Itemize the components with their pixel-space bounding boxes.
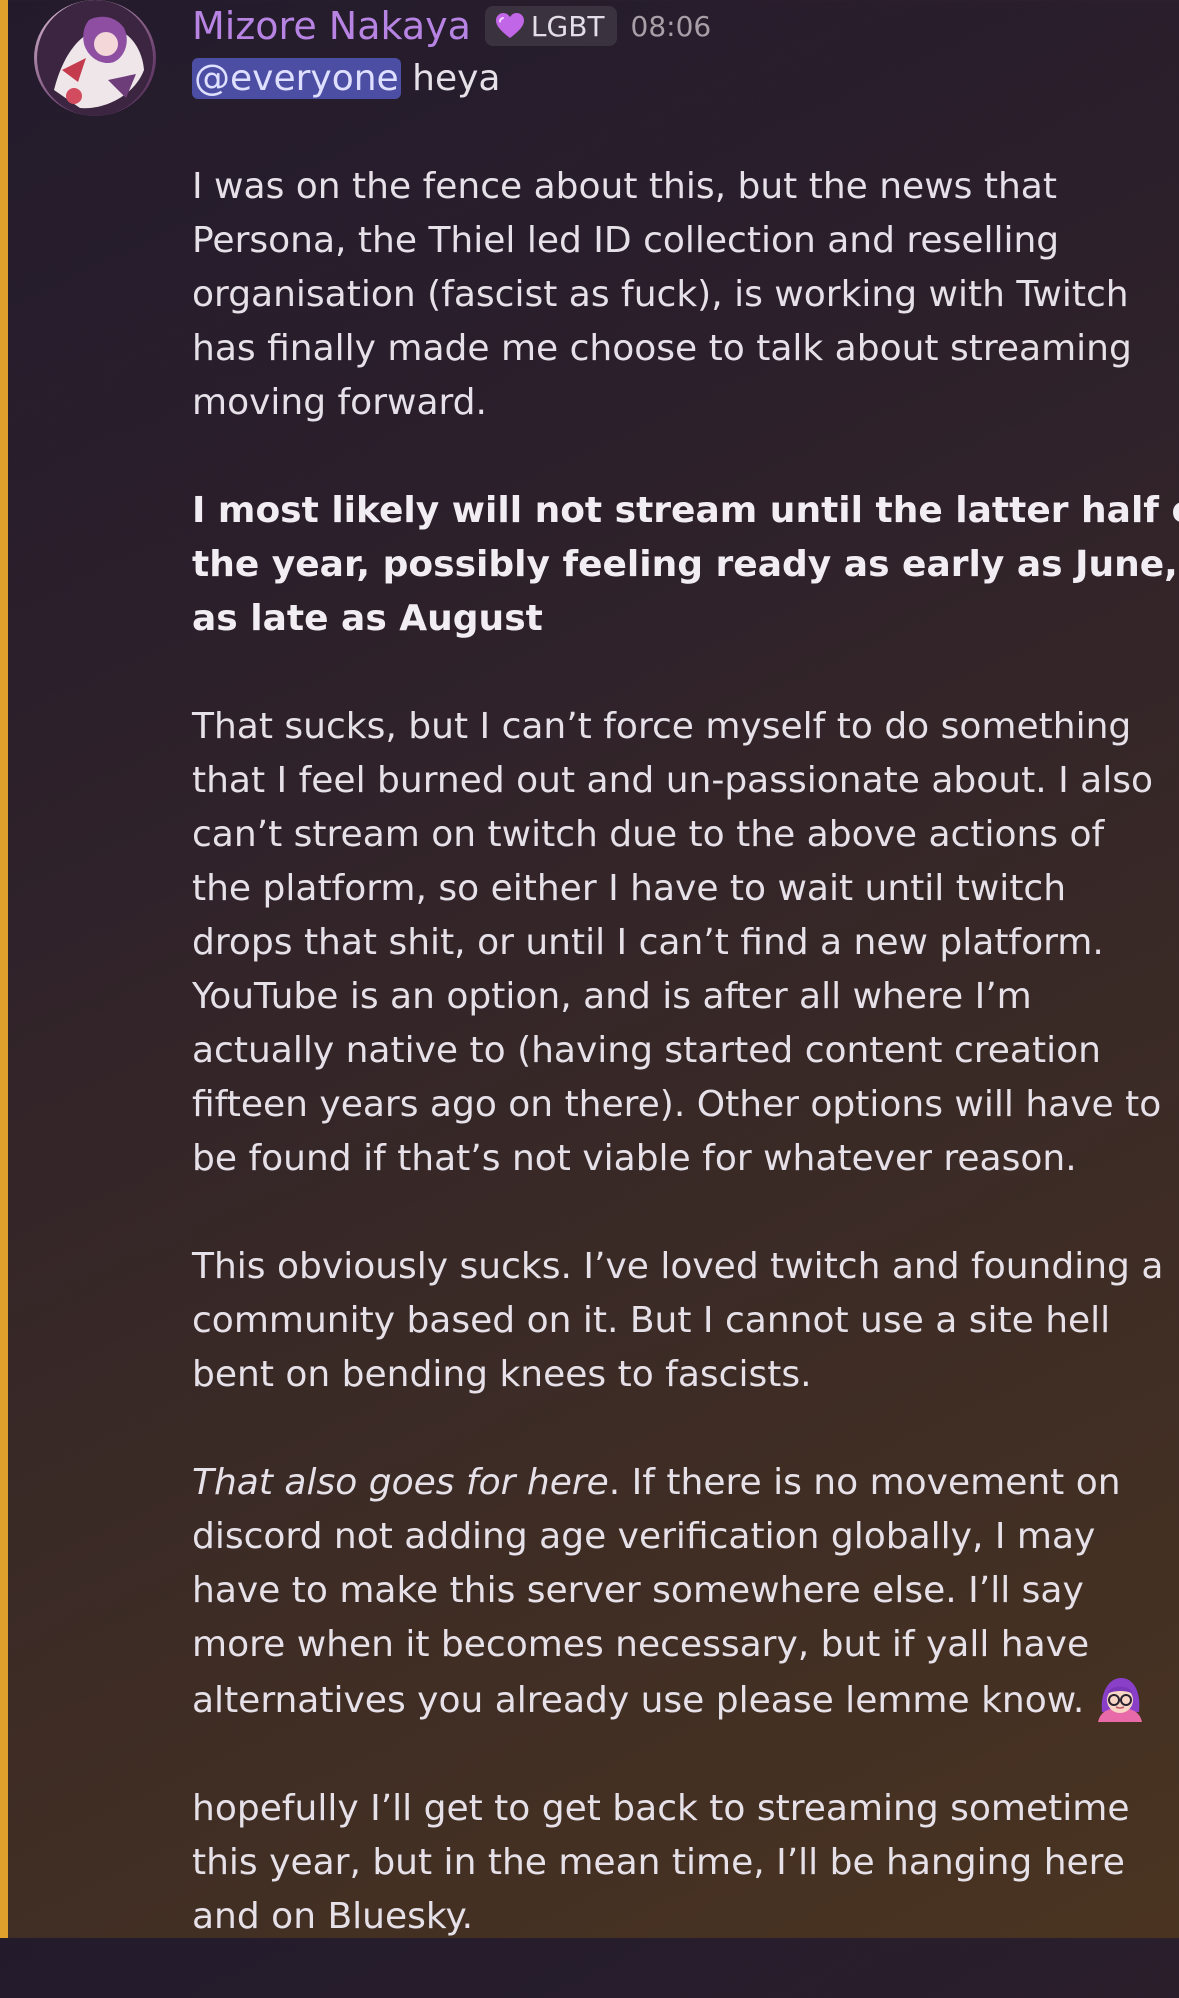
- paragraph-line-text: alternatives you already use please lemm…: [192, 1680, 1085, 1721]
- message-header: Mizore Nakaya LGBT 08:06: [192, 0, 711, 52]
- avatar-image: [37, 0, 153, 116]
- everyone-mention[interactable]: @everyone: [192, 58, 401, 99]
- paragraph-line: can’t stream on twitch due to the above …: [192, 814, 1105, 855]
- intro-text: heya: [400, 58, 501, 99]
- intro-line: @everyone heya: [192, 52, 1142, 106]
- paragraph-5: That also goes for here. If there is no …: [192, 1456, 1143, 1728]
- custom-emoji[interactable]: [1094, 1672, 1146, 1724]
- role-badge-label: LGBT: [530, 9, 605, 43]
- girl-glasses-emoji-icon: [1098, 1678, 1143, 1722]
- paragraph-line: moving forward.: [192, 382, 487, 423]
- paragraph-line-rest: . If there is no movement on: [608, 1462, 1121, 1503]
- paragraph-line: That also goes for here. If there is no …: [192, 1456, 1142, 1510]
- paragraph-line: has finally made me choose to talk about…: [192, 328, 1132, 369]
- paragraph-line: I was on the fence about this, but the n…: [192, 166, 1057, 207]
- paragraph-line: more when it becomes necessary, but if y…: [192, 1624, 1090, 1665]
- paragraph-line: Persona, the Thiel led ID collection and…: [192, 220, 1060, 261]
- paragraph-line: and on Bluesky.: [192, 1896, 474, 1937]
- paragraph-line: fifteen years ago on there). Other optio…: [192, 1084, 1162, 1125]
- author-name[interactable]: Mizore Nakaya: [192, 4, 471, 48]
- paragraph-line: alternatives you already use please lemm…: [192, 1672, 1143, 1728]
- paragraph-line: as late as August: [192, 598, 543, 639]
- paragraph-4: This obviously sucks. I’ve loved twitch …: [192, 1240, 1164, 1402]
- paragraph-line: This obviously sucks. I’ve loved twitch …: [192, 1246, 1164, 1287]
- paragraph-line: the platform, so either I have to wait u…: [192, 868, 1067, 909]
- user-avatar[interactable]: [34, 0, 156, 116]
- paragraph-line: discord not adding age verification glob…: [192, 1516, 1096, 1557]
- paragraph-line: actually native to (having started conte…: [192, 1030, 1101, 1071]
- paragraph-line: I most likely will not stream until the …: [192, 490, 1179, 531]
- paragraph-line: That sucks, but I can’t force myself to …: [192, 706, 1132, 747]
- paragraph-line: YouTube is an option, and is after all w…: [192, 976, 1032, 1017]
- paragraph-3: That sucks, but I can’t force myself to …: [192, 700, 1162, 1186]
- paragraph-line: that I feel burned out and un-passionate…: [192, 760, 1154, 801]
- mention-highlight-stripe: [0, 0, 8, 1938]
- paragraph-line: this year, but in the mean time, I’ll be…: [192, 1842, 1125, 1883]
- heart-icon: [495, 13, 524, 38]
- paragraph-line: bent on bending knees to fascists.: [192, 1354, 812, 1395]
- paragraph-line: be found if that’s not viable for whatev…: [192, 1138, 1077, 1179]
- paragraph-2-bold: I most likely will not stream until the …: [192, 484, 1179, 646]
- message-timestamp: 08:06: [630, 9, 712, 43]
- paragraph-line: hopefully I’ll get to get back to stream…: [192, 1788, 1130, 1829]
- paragraph-line: organisation (fascist as fuck), is worki…: [192, 274, 1129, 315]
- paragraph-1: I was on the fence about this, but the n…: [192, 160, 1142, 430]
- italic-text: That also goes for here: [192, 1462, 609, 1503]
- paragraph-line: drops that shit, or until I can’t find a…: [192, 922, 1104, 963]
- message-body: @everyone heya I was on the fence about …: [192, 52, 1179, 1998]
- paragraph-6: hopefully I’ll get to get back to stream…: [192, 1782, 1142, 1944]
- paragraph-line: community based on it. But I cannot use …: [192, 1300, 1111, 1341]
- role-badge[interactable]: LGBT: [484, 6, 617, 46]
- paragraph-line: the year, possibly feeling ready as earl…: [192, 544, 1179, 585]
- paragraph-line: have to make this server somewhere else.…: [192, 1570, 1084, 1611]
